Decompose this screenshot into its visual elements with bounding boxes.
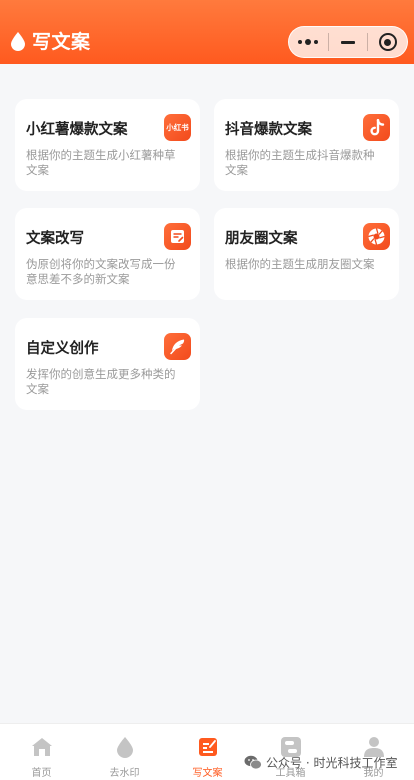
tab-write-copy[interactable]: 写文案: [166, 724, 249, 780]
watermark-text: 公众号 · 时光科技工作室: [266, 756, 398, 770]
page-title: 写文案: [32, 31, 91, 53]
home-icon: [32, 738, 52, 756]
minimize-icon: [341, 40, 355, 44]
card-xiaohongshu-copy[interactable]: 小红薯爆款文案 小红书 根据你的主题生成小红薯种草文案: [15, 99, 200, 191]
wechat-icon: [244, 755, 262, 770]
minimize-button[interactable]: [329, 27, 368, 57]
tab-remove-watermark[interactable]: 去水印: [83, 724, 166, 780]
tab-bar: 首页 去水印 写文案 工具箱 我的: [0, 723, 414, 780]
card-description: 根据你的主题生成朋友圈文案: [225, 257, 375, 271]
card-description: 发挥你的创意生成更多种类的文案: [26, 367, 176, 396]
card-description: 伪原创将你的文案改写成一份意思差不多的新文案: [26, 257, 176, 286]
more-button[interactable]: [289, 27, 328, 57]
card-custom-creation[interactable]: 自定义创作 发挥你的创意生成更多种类的文案: [15, 318, 200, 410]
douyin-icon: [363, 114, 390, 141]
water-drop-icon: [11, 31, 25, 51]
close-button[interactable]: [368, 27, 407, 57]
card-douyin-copy[interactable]: 抖音爆款文案 根据你的主题生成抖音爆款种文案: [214, 99, 399, 191]
tab-home[interactable]: 首页: [0, 724, 83, 780]
card-moments-copy[interactable]: 朋友圈文案 根据你的主题生成朋友圈文案: [214, 208, 399, 300]
card-title: 朋友圈文案: [225, 231, 298, 247]
card-title: 自定义创作: [26, 341, 99, 357]
card-title: 抖音爆款文案: [225, 122, 312, 138]
feather-icon: [164, 333, 191, 360]
watermark: 公众号 · 时光科技工作室: [244, 754, 397, 771]
target-close-icon: [378, 33, 397, 51]
write-icon: [199, 738, 217, 756]
xiaohongshu-icon: 小红书: [164, 114, 191, 141]
tab-label: 写文案: [192, 768, 223, 779]
tab-toolbox[interactable]: 工具箱: [249, 724, 332, 780]
rewrite-icon: [164, 223, 191, 250]
navigation-bar: 写文案: [0, 0, 414, 64]
more-dots-icon: [298, 39, 319, 45]
water-drop-icon: [117, 737, 133, 758]
card-rewrite-copy[interactable]: 文案改写 伪原创将你的文案改写成一份意思差不多的新文案: [15, 208, 200, 300]
tab-label: 首页: [31, 768, 52, 779]
card-title: 小红薯爆款文案: [26, 122, 128, 138]
moments-icon: [363, 223, 390, 250]
card-description: 根据你的主题生成小红薯种草文案: [26, 148, 176, 177]
card-title: 文案改写: [26, 231, 84, 247]
menu-capsule: [288, 26, 408, 58]
card-description: 根据你的主题生成抖音爆款种文案: [225, 148, 375, 177]
tab-label: 去水印: [109, 768, 140, 779]
tab-mine[interactable]: 我的: [332, 724, 414, 780]
header-title-group: 写文案: [10, 27, 91, 54]
